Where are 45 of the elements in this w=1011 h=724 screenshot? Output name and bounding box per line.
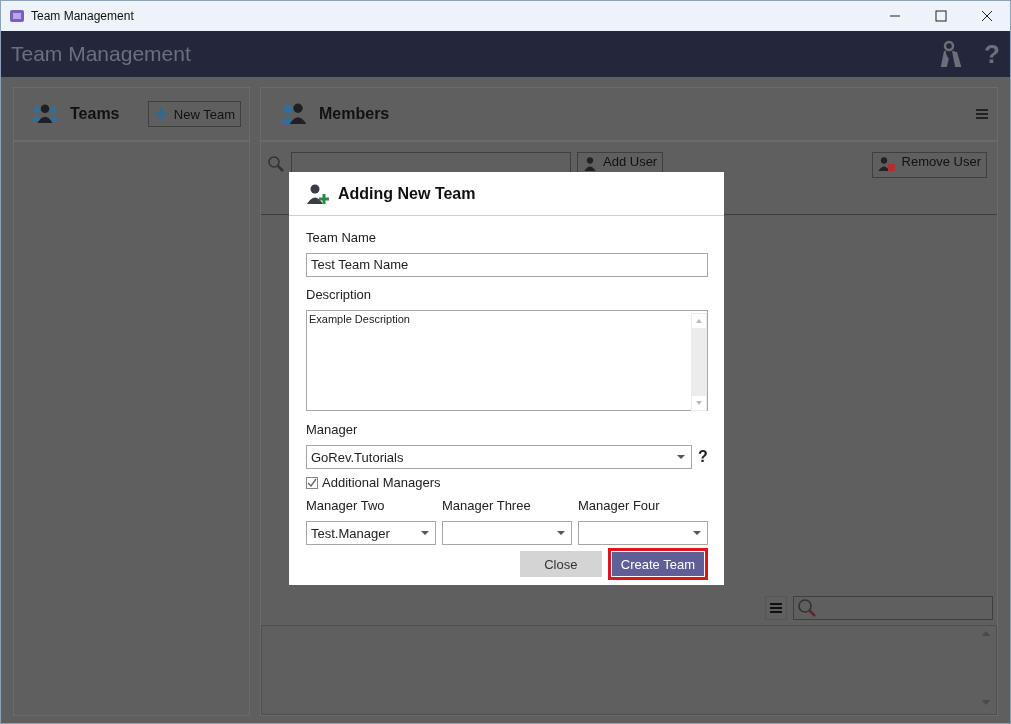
check-icon	[307, 478, 317, 487]
window-title: Team Management	[31, 9, 134, 23]
search-icon	[267, 155, 285, 173]
dialog-title: Adding New Team	[338, 184, 476, 203]
panel-title: Teams	[70, 105, 120, 123]
add-person-icon	[306, 182, 330, 205]
dropdown[interactable]	[578, 521, 708, 545]
help-button[interactable]: ?	[698, 448, 708, 466]
menu-icon[interactable]	[765, 596, 787, 620]
dropdown[interactable]: GoRev.Tutorials	[306, 445, 692, 469]
dropdown-value: Test.Manager	[311, 525, 390, 541]
scrollbar-icon[interactable]	[691, 313, 707, 411]
caret-icon	[557, 531, 565, 535]
dropdown[interactable]: Test.Manager	[306, 521, 436, 545]
create-team-button[interactable]: Create Team	[607, 548, 708, 580]
caret-icon	[677, 455, 685, 459]
caret-icon	[421, 531, 429, 535]
checkbox-label: Additional Managers	[322, 475, 441, 490]
text-field[interactable]: Test Team Name	[306, 253, 708, 277]
search-field[interactable]	[793, 596, 993, 620]
dropdown-value: GoRev.Tutorials	[311, 449, 404, 465]
members-icon	[277, 102, 309, 126]
app-icon	[9, 8, 25, 24]
field-label: Manager Four	[578, 498, 661, 515]
menu-icon[interactable]	[975, 108, 989, 120]
remove-person-icon	[877, 157, 896, 171]
close-button[interactable]: Close	[519, 551, 602, 577]
person-icon	[583, 157, 597, 171]
dropdown[interactable]	[442, 521, 572, 545]
panel-title: Members	[319, 105, 390, 123]
field-label: Team Name	[306, 230, 378, 247]
team-icon	[30, 103, 60, 125]
app-title: Team Management	[11, 42, 191, 66]
plus-icon	[153, 107, 168, 121]
text-area[interactable]: Example Description	[306, 310, 708, 411]
keys-icon[interactable]	[940, 40, 963, 68]
search-field[interactable]	[291, 152, 571, 174]
field-label: Manager	[306, 422, 359, 439]
caret-icon	[693, 531, 701, 535]
checkbox[interactable]	[306, 476, 318, 489]
field-label: Description	[306, 287, 373, 304]
search-icon	[797, 598, 817, 618]
field-label: Manager Two	[306, 498, 386, 515]
field-label: Manager Three	[442, 498, 532, 515]
text-area-value: Example Description	[309, 313, 410, 327]
